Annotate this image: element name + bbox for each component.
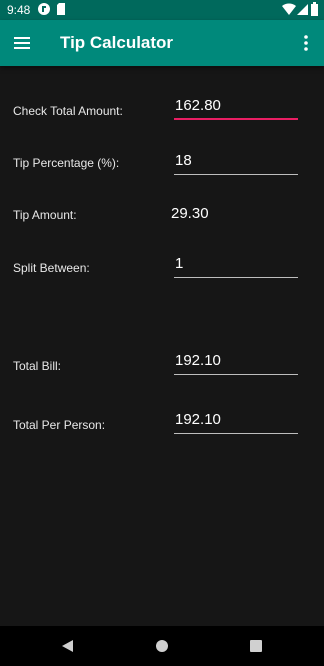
system-nav-bar xyxy=(0,626,324,666)
total-per-person-field[interactable]: 192.10 xyxy=(174,410,298,434)
notification-app-icon xyxy=(38,3,50,15)
split-between-label: Split Between: xyxy=(13,261,90,275)
wifi-icon xyxy=(282,3,296,15)
status-bar: 9:48 xyxy=(0,0,324,20)
battery-icon xyxy=(311,2,318,16)
sd-card-icon xyxy=(57,3,65,15)
more-vert-icon[interactable] xyxy=(296,33,316,53)
signal-icon xyxy=(297,4,308,15)
split-between-input[interactable]: 1 xyxy=(174,254,298,278)
back-triangle-icon[interactable] xyxy=(60,638,76,654)
recents-square-icon[interactable] xyxy=(248,638,264,654)
hamburger-menu-icon[interactable] xyxy=(12,33,32,53)
total-bill-field[interactable]: 192.10 xyxy=(174,351,298,375)
tip-amount-value: 29.30 xyxy=(171,205,209,222)
tip-amount-label: Tip Amount: xyxy=(13,208,77,222)
total-bill-label: Total Bill: xyxy=(13,359,62,373)
status-time: 9:48 xyxy=(7,3,31,17)
total-per-person-label: Total Per Person: xyxy=(13,418,106,432)
tip-percentage-input[interactable]: 18 xyxy=(174,151,298,175)
app-title: Tip Calculator xyxy=(60,33,174,52)
tip-percentage-label: Tip Percentage (%): xyxy=(13,156,120,170)
check-total-label: Check Total Amount: xyxy=(13,104,123,118)
app-bar: Tip Calculator xyxy=(0,20,324,66)
home-circle-icon[interactable] xyxy=(154,638,170,654)
check-total-input[interactable]: 162.80 xyxy=(174,96,298,120)
